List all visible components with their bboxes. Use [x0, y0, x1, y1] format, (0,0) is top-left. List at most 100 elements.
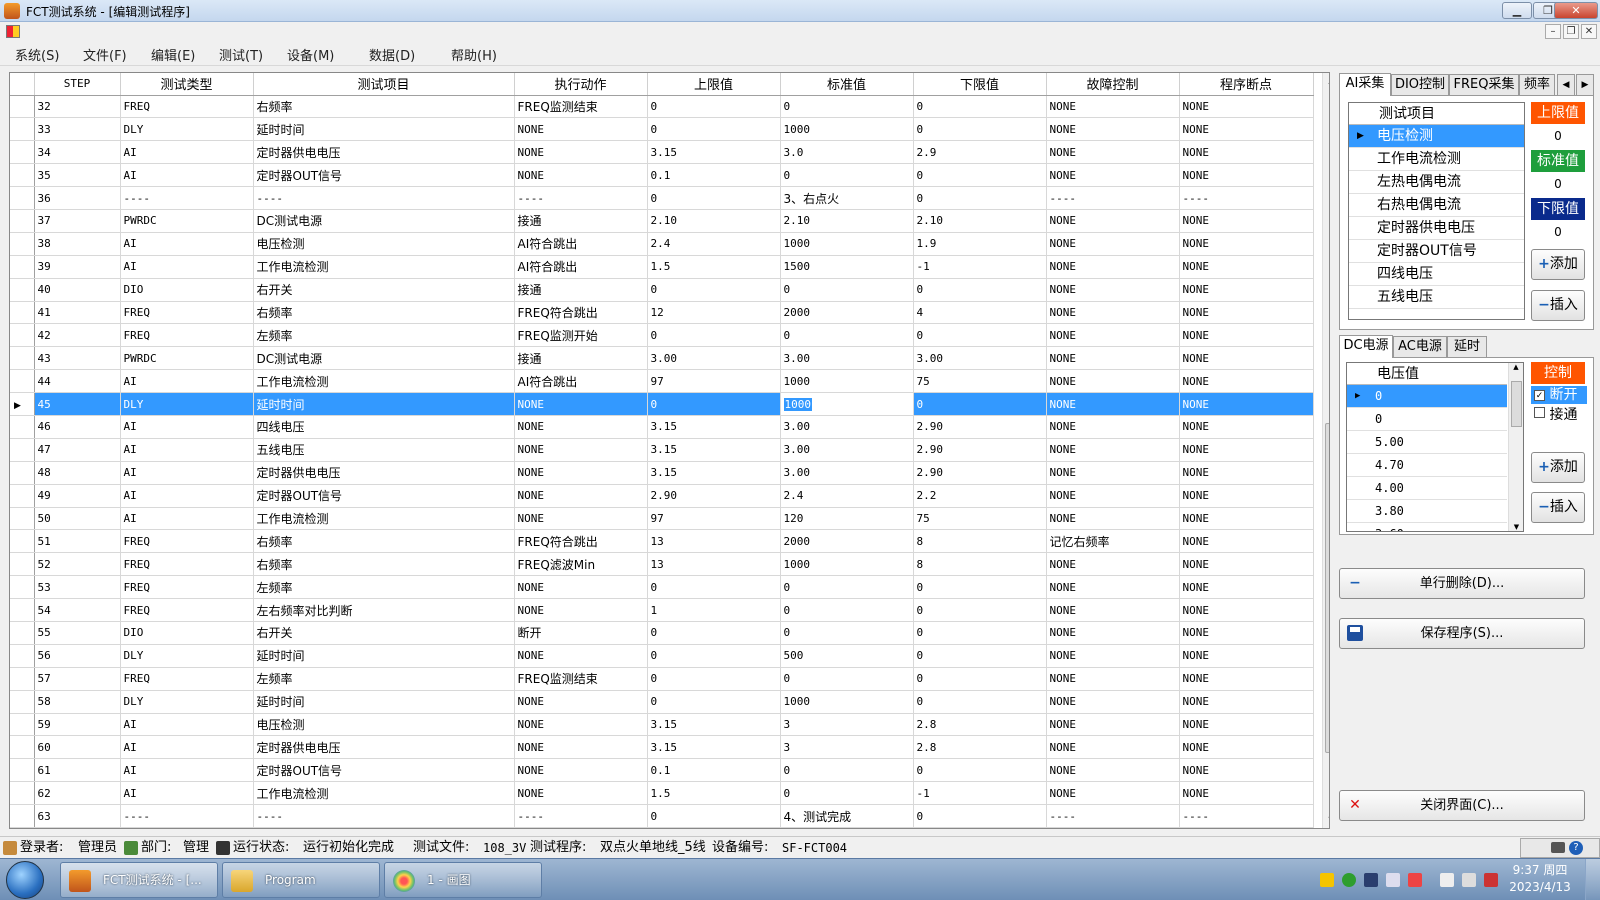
table-row[interactable]: 61 AI 定时器OUT信号 NONE 0.1 0 0 NONE NONE	[10, 758, 1314, 783]
row-selector[interactable]	[10, 804, 35, 828]
menu-file[interactable]: 文件(F)	[83, 45, 127, 64]
column-header-test-type[interactable]: 测试类型	[120, 73, 254, 96]
cell-fault[interactable]: NONE	[1046, 163, 1180, 188]
cell-action[interactable]: AI符合跳出	[514, 232, 648, 256]
cell-action[interactable]: NONE	[514, 438, 648, 462]
cell-lower[interactable]: 4	[913, 301, 1047, 325]
cell-test-type[interactable]: AI	[120, 461, 254, 485]
cell-test-item[interactable]: ----	[253, 804, 515, 828]
ai-list-item[interactable]: 五线电压	[1349, 286, 1524, 309]
cell-test-type[interactable]: AI	[120, 140, 254, 165]
tab-ai-capture[interactable]: AI采集	[1339, 73, 1391, 96]
dc-list-item[interactable]: 0	[1347, 408, 1507, 431]
cell-upper[interactable]: 3.15	[647, 713, 781, 737]
cell-lower[interactable]: 0	[913, 163, 1047, 188]
cell-test-item[interactable]: 延时时间	[253, 392, 515, 416]
cell-breakpoint[interactable]: ----	[1179, 186, 1314, 210]
cell-breakpoint[interactable]: NONE	[1179, 667, 1314, 691]
close-view-button[interactable]: ✕ 关闭界面(C)...	[1339, 790, 1585, 821]
cell-test-item[interactable]: 延时时间	[253, 644, 515, 668]
mdi-restore-button[interactable]: ❐	[1563, 24, 1579, 39]
cell-standard[interactable]: 3.00	[780, 438, 914, 462]
cell-breakpoint[interactable]: NONE	[1179, 392, 1314, 416]
cell-upper[interactable]: 1.5	[647, 255, 781, 279]
row-selector[interactable]	[10, 278, 35, 302]
start-button-icon[interactable]	[6, 861, 44, 899]
table-row[interactable]: 51 FREQ 右频率 FREQ符合跳出 13 2000 8 记忆右频率 NONE	[10, 529, 1314, 554]
cell-upper[interactable]: 12	[647, 301, 781, 325]
scroll-up-arrow-icon[interactable]: ▲	[1324, 73, 1329, 89]
cell-step[interactable]: 35	[34, 163, 121, 188]
cell-breakpoint[interactable]: NONE	[1179, 781, 1314, 806]
cell-breakpoint[interactable]: NONE	[1179, 255, 1314, 279]
cell-fault[interactable]: NONE	[1046, 278, 1180, 302]
cell-upper[interactable]: 0	[647, 323, 781, 348]
cell-lower[interactable]: 0	[913, 117, 1047, 142]
cell-test-type[interactable]: DLY	[120, 690, 254, 714]
cell-test-item[interactable]: 右频率	[253, 552, 515, 577]
cell-lower[interactable]: 0	[913, 186, 1047, 210]
cell-test-type[interactable]: FREQ	[120, 301, 254, 325]
cell-standard[interactable]: 0	[780, 575, 914, 600]
cell-test-type[interactable]: AI	[120, 507, 254, 531]
cell-breakpoint[interactable]: NONE	[1179, 369, 1314, 394]
cell-lower[interactable]: 0	[913, 690, 1047, 714]
row-selector[interactable]	[10, 758, 35, 783]
cell-test-item[interactable]: 左频率	[253, 667, 515, 691]
cell-test-item[interactable]: 定时器OUT信号	[253, 163, 515, 188]
dc-voltage-list[interactable]: 电压值 ▶005.004.704.003.803.60 ▲ ▼	[1346, 362, 1524, 532]
table-row[interactable]: 52 FREQ 右频率 FREQ滤波Min 13 1000 8 NONE NONE	[10, 552, 1314, 577]
column-header-action[interactable]: 执行动作	[514, 73, 648, 96]
cell-step[interactable]: 49	[34, 484, 121, 508]
cell-action[interactable]: NONE	[514, 415, 648, 439]
row-selector[interactable]	[10, 484, 35, 508]
cell-test-item[interactable]: 右频率	[253, 95, 515, 119]
menu-device[interactable]: 设备(M)	[287, 45, 334, 64]
row-selector[interactable]	[10, 598, 35, 622]
menu-data[interactable]: 数据(D)	[369, 45, 415, 64]
cell-test-type[interactable]: DIO	[120, 278, 254, 302]
cell-test-type[interactable]: AI	[120, 758, 254, 783]
cell-breakpoint[interactable]: NONE	[1179, 529, 1314, 554]
column-header-step[interactable]: STEP	[34, 73, 121, 96]
dc-scroll-down-icon[interactable]: ▼	[1509, 523, 1523, 531]
cell-test-type[interactable]: FREQ	[120, 529, 254, 554]
lower-limit-value[interactable]: 0	[1531, 222, 1585, 242]
row-selector[interactable]	[10, 140, 35, 165]
cell-test-item[interactable]: 定时器供电电压	[253, 461, 515, 485]
cell-action[interactable]: ----	[514, 804, 648, 828]
cell-action[interactable]: FREQ滤波Min	[514, 552, 648, 577]
cell-standard[interactable]: 1000	[780, 117, 914, 142]
cell-step[interactable]: 59	[34, 713, 121, 737]
column-header-test-item[interactable]: 测试项目	[253, 73, 515, 96]
cell-fault[interactable]: NONE	[1046, 621, 1180, 645]
row-selector[interactable]	[10, 667, 35, 691]
cell-lower[interactable]: 1.9	[913, 232, 1047, 256]
row-selector[interactable]	[10, 209, 35, 233]
table-row[interactable]: 35 AI 定时器OUT信号 NONE 0.1 0 0 NONE NONE	[10, 163, 1314, 188]
cell-fault[interactable]: NONE	[1046, 209, 1180, 233]
cell-upper[interactable]: 0	[647, 575, 781, 600]
cell-test-type[interactable]: AI	[120, 369, 254, 394]
table-row[interactable]: 63 ---- ---- ---- 0 4、测试完成 0 ---- ----	[10, 804, 1314, 828]
dc-list-scrollbar[interactable]: ▲ ▼	[1508, 363, 1523, 531]
cell-breakpoint[interactable]: NONE	[1179, 598, 1314, 622]
cell-test-item[interactable]: 定时器供电电压	[253, 140, 515, 165]
cell-breakpoint[interactable]: NONE	[1179, 484, 1314, 508]
cell-action[interactable]: NONE	[514, 575, 648, 600]
table-row[interactable]: 40 DIO 右开关 接通 0 0 0 NONE NONE	[10, 278, 1314, 302]
row-selector[interactable]	[10, 507, 35, 531]
tray-network-icon[interactable]	[1364, 873, 1378, 887]
dc-list-item[interactable]: 4.00	[1347, 477, 1507, 500]
menu-help[interactable]: 帮助(H)	[451, 45, 497, 64]
cell-lower[interactable]: 8	[913, 552, 1047, 577]
cell-action[interactable]: FREQ符合跳出	[514, 301, 648, 325]
table-row[interactable]: 57 FREQ 左频率 FREQ监测结束 0 0 0 NONE NONE	[10, 667, 1314, 691]
column-header-upper[interactable]: 上限值	[647, 73, 781, 96]
cell-fault[interactable]: NONE	[1046, 690, 1180, 714]
cell-fault[interactable]: 记忆右频率	[1046, 529, 1180, 554]
cell-step[interactable]: 32	[34, 95, 121, 119]
cell-breakpoint[interactable]: NONE	[1179, 415, 1314, 439]
cell-test-type[interactable]: FREQ	[120, 95, 254, 119]
cell-fault[interactable]: NONE	[1046, 255, 1180, 279]
